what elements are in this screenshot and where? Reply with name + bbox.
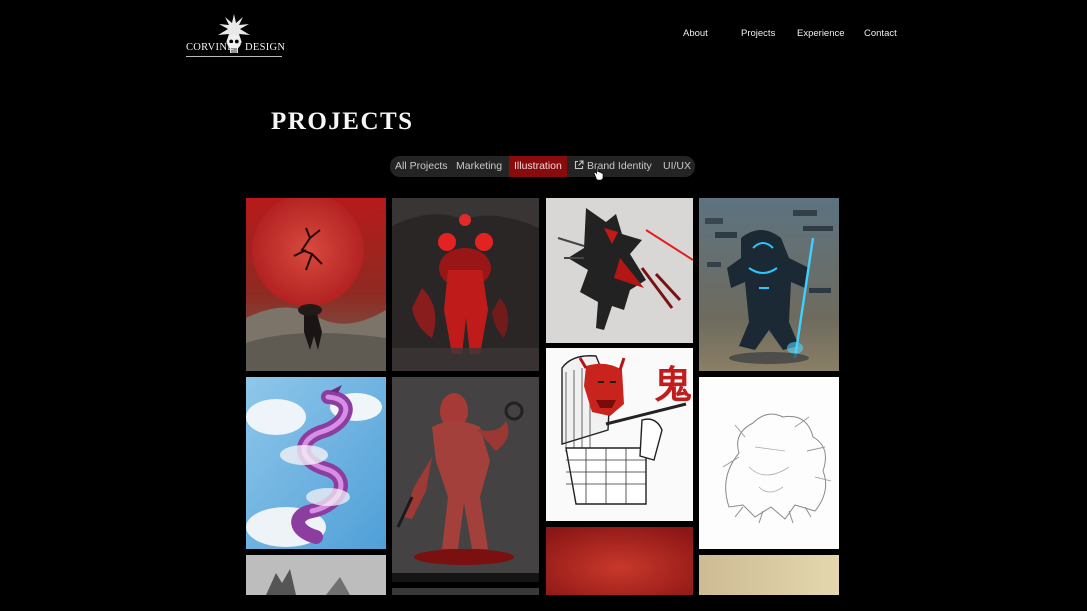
red-brute-art [392,377,539,582]
filter-brand-identity[interactable]: Brand Identity [574,156,652,177]
nav-contact[interactable]: Contact [864,28,897,39]
brand-logo[interactable]: CORVINE DESIGN [186,14,286,60]
gallery-item-pencil-beast[interactable] [699,377,839,549]
gallery-item-mech-knight[interactable] [546,198,693,343]
red-haze-art [546,527,693,595]
purple-dragon-art [246,377,386,549]
red-moon-creature-art [246,198,386,371]
svg-text:鬼: 鬼 [654,362,692,407]
filter-ui-ux[interactable]: UI/UX [663,156,691,177]
filter-all-projects[interactable]: All Projects [395,156,448,177]
blue-glow-warrior-art [699,198,839,371]
hand-cursor-icon [593,164,604,180]
gallery-item-red-demon[interactable] [392,198,539,371]
gallery-item-red-brute[interactable] [392,377,539,582]
gallery-item-red-haze[interactable] [546,527,693,595]
filter-marketing[interactable]: Marketing [456,156,502,177]
nav-projects[interactable]: Projects [741,28,775,39]
dark-partial-art [392,588,539,595]
nav-experience[interactable]: Experience [797,28,845,39]
external-link-icon [574,160,584,170]
sepia-sky-art [699,555,839,595]
gallery-item-blue-glow-warrior[interactable] [699,198,839,371]
mech-knight-art [546,198,693,343]
gallery-item-red-moon-creature[interactable] [246,198,386,371]
pencil-beast-art [699,377,839,549]
gallery-item-purple-dragon[interactable] [246,377,386,549]
brand-word-left: CORVINE [186,42,234,53]
brand-underline [186,56,282,57]
brand-word-right: DESIGN [245,42,286,53]
gallery-item-sepia-sky[interactable] [699,555,839,595]
gallery-item-grey-sketch[interactable] [246,555,386,595]
filter-bar: All Projects Marketing Illustration Bran… [390,156,695,177]
page-title: PROJECTS [271,108,414,135]
samurai-oni-art: 鬼 [546,348,693,521]
nav-about[interactable]: About [683,28,708,39]
red-demon-art [392,198,539,371]
grey-sketch-art [246,555,386,595]
page: CORVINE DESIGN About Projects Experience… [0,0,1087,611]
filter-illustration[interactable]: Illustration [509,156,567,177]
gallery-item-dark-partial[interactable] [392,588,539,595]
gallery-item-samurai-oni[interactable]: 鬼 [546,348,693,521]
